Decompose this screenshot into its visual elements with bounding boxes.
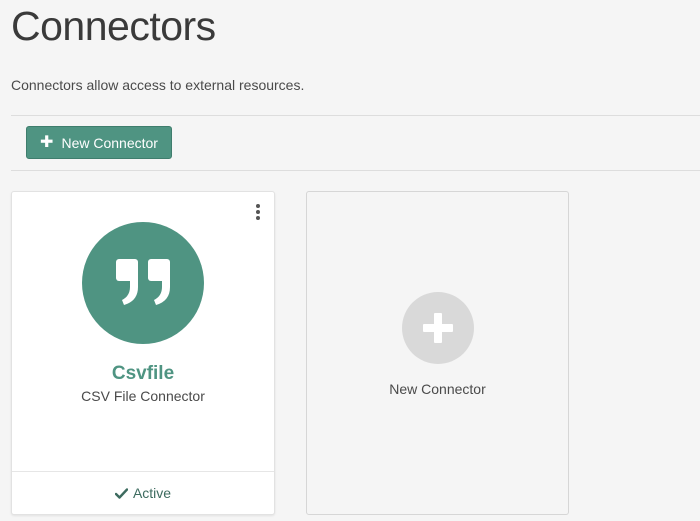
new-connector-card-label: New Connector — [389, 381, 486, 397]
page-title: Connectors — [11, 3, 216, 49]
status-label: Active — [132, 485, 172, 501]
new-connector-card[interactable]: New Connector — [306, 191, 569, 515]
connector-name[interactable]: Csvfile — [12, 363, 274, 385]
divider — [11, 170, 700, 171]
connector-avatar — [82, 222, 204, 344]
divider — [11, 115, 700, 116]
connectors-page: Connectors Connectors allow access to ex… — [0, 0, 700, 521]
new-connector-button-label: New Connector — [61, 134, 158, 151]
quote-icon — [116, 259, 170, 305]
new-connector-button[interactable]: ✚ New Connector — [26, 126, 172, 159]
connector-card-csvfile[interactable]: Csvfile CSV File Connector Active — [11, 191, 275, 515]
page-description: Connectors allow access to external reso… — [11, 77, 305, 93]
plus-icon: ✚ — [40, 133, 54, 151]
connector-type: CSV File Connector — [81, 388, 205, 404]
kebab-menu-icon[interactable] — [254, 204, 262, 220]
plus-circle-icon — [402, 292, 474, 364]
connector-status: Active — [12, 471, 274, 514]
check-icon — [114, 487, 128, 499]
